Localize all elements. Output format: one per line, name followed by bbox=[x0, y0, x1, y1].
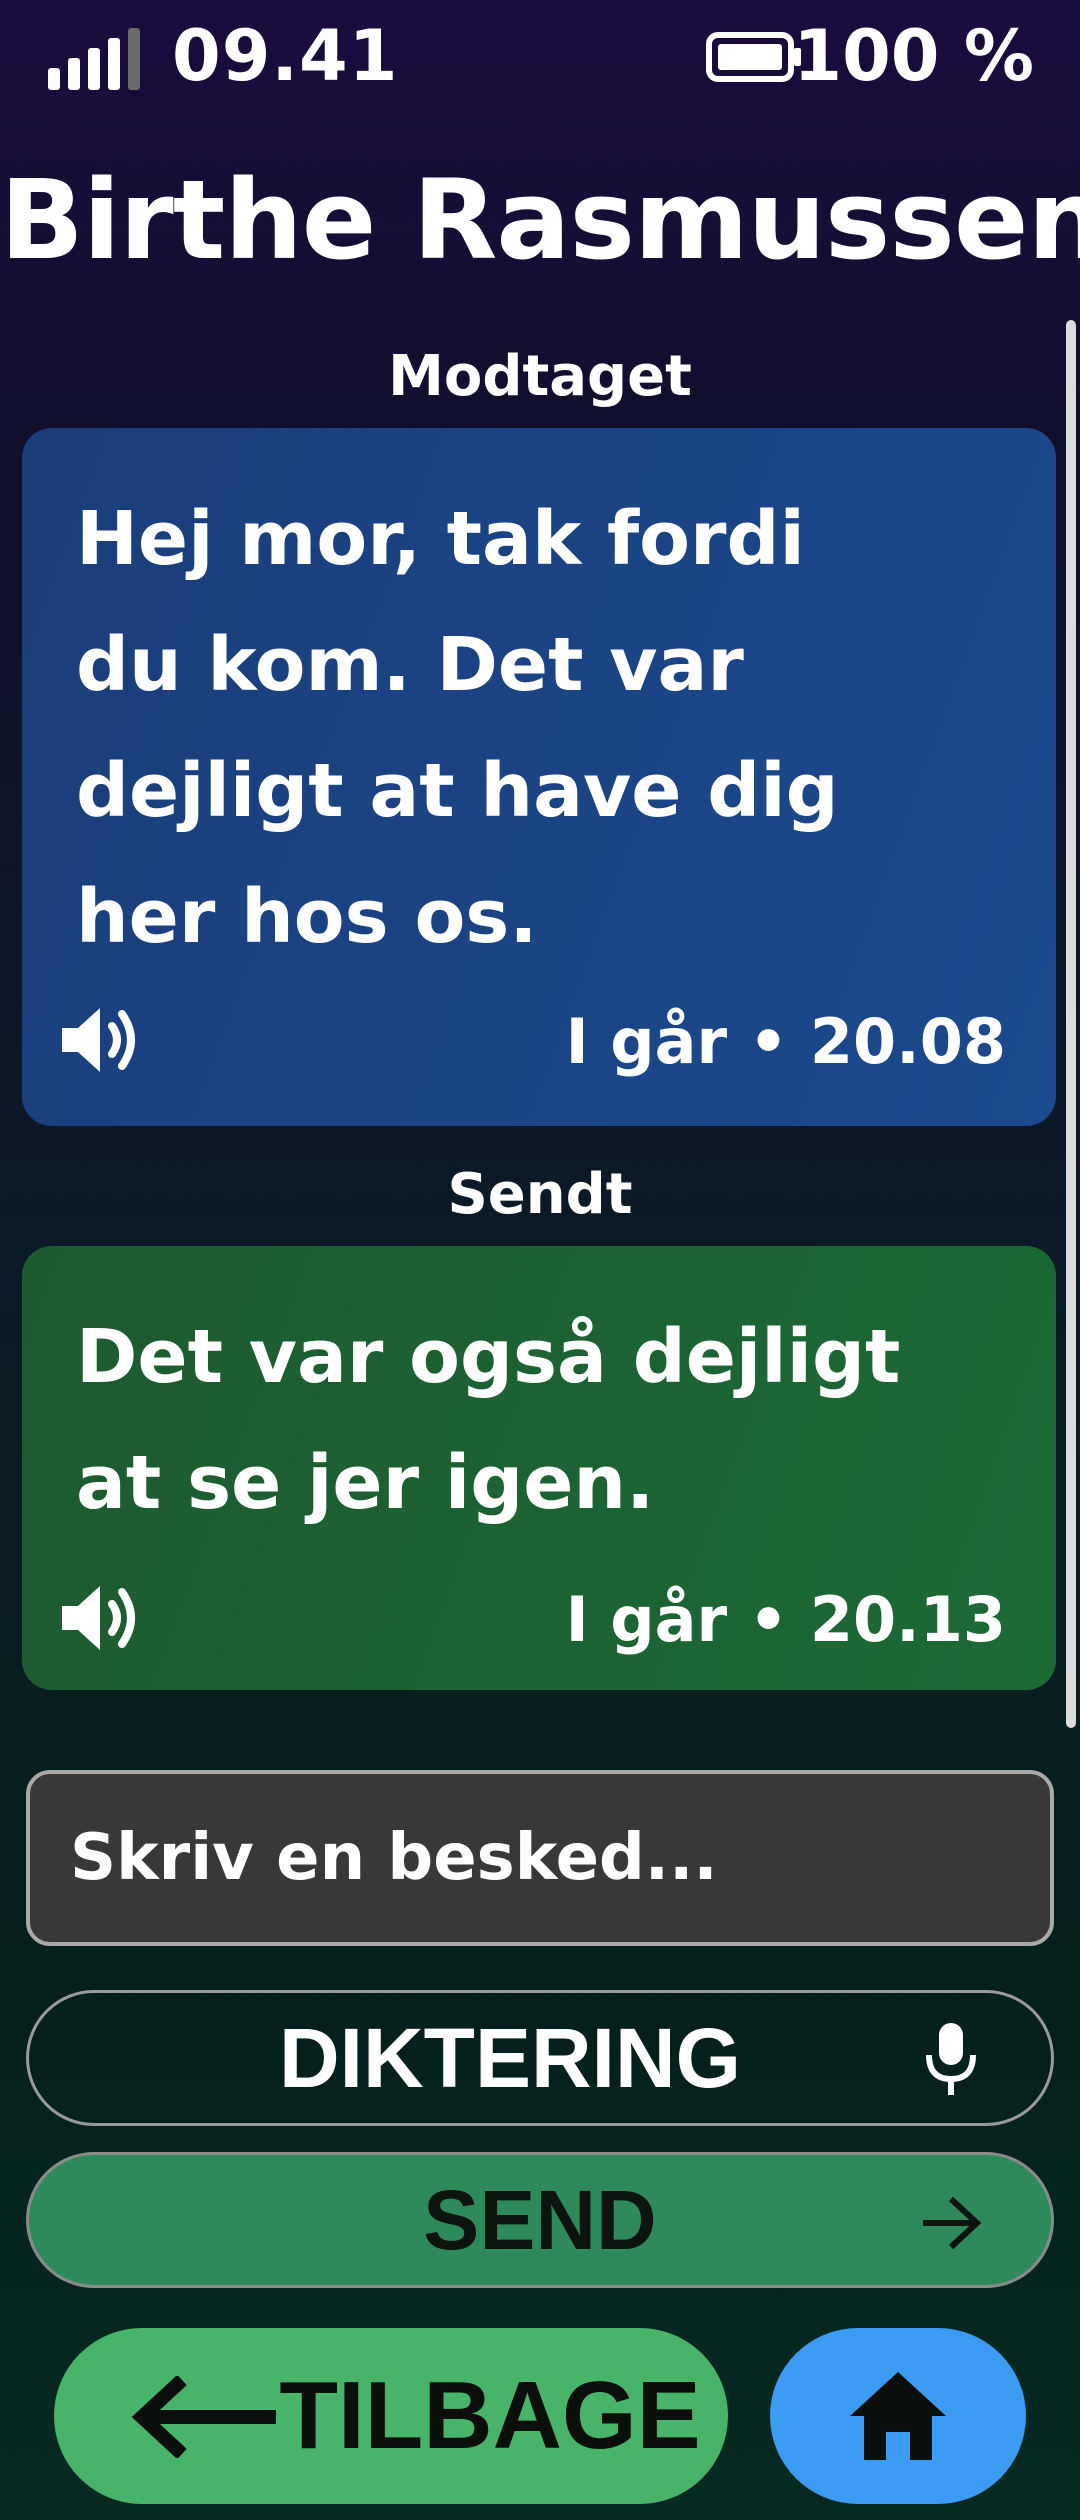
message-bubble-received: Hej mor, tak fordi du kom. Det var dejli… bbox=[22, 428, 1056, 1126]
message-text: Hej mor, tak fordi du kom. Det var dejli… bbox=[76, 496, 839, 960]
send-button-label: SEND bbox=[423, 2173, 657, 2267]
message-bubble-sent: Det var også dejligt at se jer igen. I g… bbox=[22, 1246, 1056, 1690]
back-button-label: TILBAGE bbox=[279, 2362, 701, 2469]
arrow-right-icon bbox=[923, 2196, 981, 2250]
message-time: I går • 20.08 bbox=[565, 1005, 1006, 1078]
speaker-icon[interactable] bbox=[56, 1578, 146, 1658]
sent-label: Sendt bbox=[447, 1162, 633, 1227]
status-bar: 09.41 100 % bbox=[0, 0, 1080, 120]
microphone-icon bbox=[926, 2023, 976, 2095]
arrow-left-icon bbox=[131, 2376, 276, 2458]
signal-icon bbox=[48, 28, 148, 90]
message-time: I går • 20.13 bbox=[565, 1583, 1006, 1656]
back-button[interactable]: TILBAGE bbox=[54, 2328, 728, 2504]
home-button[interactable] bbox=[770, 2328, 1026, 2504]
battery-percentage: 100 % bbox=[793, 15, 1034, 97]
dictate-button[interactable]: DIKTERING bbox=[26, 1990, 1054, 2126]
speaker-icon[interactable] bbox=[56, 1000, 146, 1080]
message-input[interactable] bbox=[26, 1770, 1054, 1946]
battery-icon bbox=[706, 32, 801, 82]
received-label: Modtaget bbox=[388, 344, 692, 409]
home-icon bbox=[850, 2372, 946, 2460]
message-text: Det var også dejligt at se jer igen. bbox=[76, 1314, 901, 1526]
scrollbar[interactable] bbox=[1066, 320, 1076, 1728]
page-title: Birthe Rasmussen bbox=[0, 156, 1080, 284]
send-button[interactable]: SEND bbox=[26, 2152, 1054, 2288]
status-time: 09.41 bbox=[172, 15, 399, 97]
dictate-button-label: DIKTERING bbox=[279, 2011, 741, 2105]
